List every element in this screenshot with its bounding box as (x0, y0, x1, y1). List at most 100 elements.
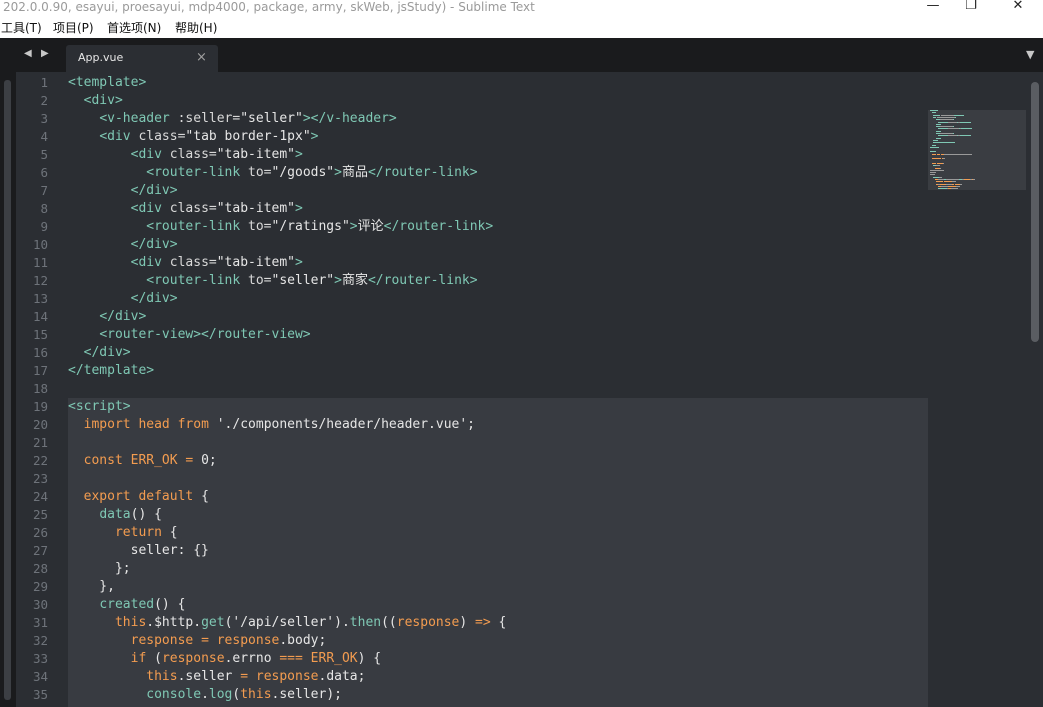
code-line[interactable]: 32 response = response.body; (16, 632, 928, 650)
minimap-stroke (930, 151, 937, 153)
line-number: 29 (32, 579, 48, 594)
code-text: created() { (68, 596, 185, 614)
code-token: 商家 (341, 273, 368, 288)
code-line[interactable]: 35 console.log(this.seller); (16, 686, 928, 704)
code-line[interactable]: 3 <v-header :seller="seller"></v-header> (16, 110, 928, 128)
code-area[interactable]: 1 <template> 2 <div> 3 <v-header :seller="s… (16, 72, 930, 707)
code-text: </div> (68, 290, 178, 308)
code-line[interactable]: 9 <router-link to="/ratings">评论</router-… (16, 218, 928, 236)
code-line[interactable]: 30 created() { (16, 596, 928, 614)
code-text: </div> (68, 344, 131, 362)
code-line[interactable]: 31 this.$http.get('/api/seller').then((r… (16, 614, 928, 632)
tab-app-vue[interactable]: App.vue × (66, 45, 218, 72)
minimap-stroke (973, 179, 975, 180)
code-line[interactable]: 4 <div class="tab border-1px"> (16, 128, 928, 146)
code-line[interactable]: 10 </div> (16, 236, 928, 254)
code-text: this.seller = response.data; (68, 668, 365, 686)
code-line[interactable]: 6 <router-link to="/goods">商品</router-li… (16, 164, 928, 182)
tab-close-icon[interactable]: × (196, 50, 207, 65)
code-line[interactable]: 22 const ERR_OK = 0; (16, 452, 928, 470)
code-token: head (138, 417, 170, 432)
maximize-button[interactable]: ❐ (948, 0, 994, 18)
menu-help[interactable]: 帮助(H) (175, 18, 217, 38)
code-text: if (response.errno === ERR_OK) { (68, 650, 382, 668)
tab-bar: ◀ ▶ App.vue × ▼ (0, 38, 1043, 72)
line-number: 19 (32, 399, 48, 414)
code-line[interactable]: 24 export default { (16, 488, 928, 506)
code-line[interactable]: 13 </div> (16, 290, 928, 308)
menu-tools[interactable]: 工具(T) (1, 18, 42, 38)
code-line[interactable]: 19 <script> (16, 398, 928, 416)
code-line[interactable]: 2 <div> (16, 92, 928, 110)
line-number: 32 (32, 633, 48, 648)
code-line[interactable]: 8 <div class="tab-item"> (16, 200, 928, 218)
code-line[interactable]: 26 return { (16, 524, 928, 542)
code-line[interactable]: 14 </div> (16, 308, 928, 326)
scroll-thumb[interactable] (1031, 82, 1039, 342)
code-token: to= (248, 273, 272, 288)
code-line[interactable]: 20 import head from './components/header… (16, 416, 928, 434)
minimap-stroke (931, 153, 937, 155)
code-line[interactable]: 1 <template> (16, 74, 928, 92)
code-token: class= (169, 201, 217, 216)
menu-preferences[interactable]: 首选项(N) (107, 18, 161, 38)
code-token: ('/api/seller'). (224, 615, 350, 630)
tab-forward-icon[interactable]: ▶ (41, 48, 49, 59)
minimap-stroke (954, 116, 956, 118)
code-token: = (240, 669, 249, 684)
minimap-stroke (936, 130, 942, 132)
code-token: () { (130, 507, 162, 522)
code-line[interactable]: 25 data() { (16, 506, 928, 524)
code-token: <template> (68, 75, 147, 90)
code-token: > (334, 273, 342, 288)
code-line[interactable]: 18 (16, 380, 928, 398)
code-line[interactable]: 12 <router-link to="seller">商家</router-l… (16, 272, 928, 290)
code-line[interactable]: 33 if (response.errno === ERR_OK) { (16, 650, 928, 668)
tab-list-dropdown-icon[interactable]: ▼ (1026, 48, 1034, 61)
vertical-scrollbar[interactable] (1028, 72, 1043, 707)
code-line[interactable]: 21 (16, 434, 928, 452)
code-line[interactable]: 11 <div class="tab-item"> (16, 254, 928, 272)
line-number: 7 (40, 183, 48, 198)
code-line[interactable]: 5 <div class="tab-item"> (16, 146, 928, 164)
tab-back-icon[interactable]: ◀ (24, 48, 32, 59)
minimap-stroke (953, 133, 955, 134)
code-line[interactable]: 7 </div> (16, 182, 928, 200)
minimap-stroke (953, 126, 955, 128)
minimap[interactable] (928, 72, 1026, 707)
code-line[interactable]: 28 }; (16, 560, 928, 578)
close-window-button[interactable]: ✕ (995, 0, 1041, 18)
minimap-stroke (930, 146, 939, 148)
code-line[interactable]: 27 seller: {} (16, 542, 928, 560)
code-token: > (295, 147, 303, 162)
code-line[interactable]: 29 }, (16, 578, 928, 596)
code-line[interactable]: 15 <router-view></router-view> (16, 326, 928, 344)
code-token: </div> (130, 291, 178, 306)
code-line[interactable]: 16 </div> (16, 344, 928, 362)
code-token: 商品 (341, 165, 368, 180)
code-token: <div> (83, 93, 123, 108)
code-line[interactable]: 23 (16, 470, 928, 488)
left-scroll-thumb[interactable] (4, 80, 11, 700)
code-token: class= (169, 255, 217, 270)
code-line[interactable]: 34 this.seller = response.data; (16, 668, 928, 686)
line-number: 15 (32, 327, 48, 342)
code-token: './components/header/header.vue'; (208, 417, 476, 432)
code-line[interactable]: 17 </template> (16, 362, 928, 380)
code-text: export default { (68, 488, 209, 506)
code-token: from (177, 417, 209, 432)
code-token: </div> (83, 345, 131, 360)
minimap-stroke (950, 128, 959, 130)
minimap-stroke (946, 179, 959, 180)
code-token: this (146, 669, 178, 684)
menu-project[interactable]: 项目(P) (53, 18, 94, 38)
